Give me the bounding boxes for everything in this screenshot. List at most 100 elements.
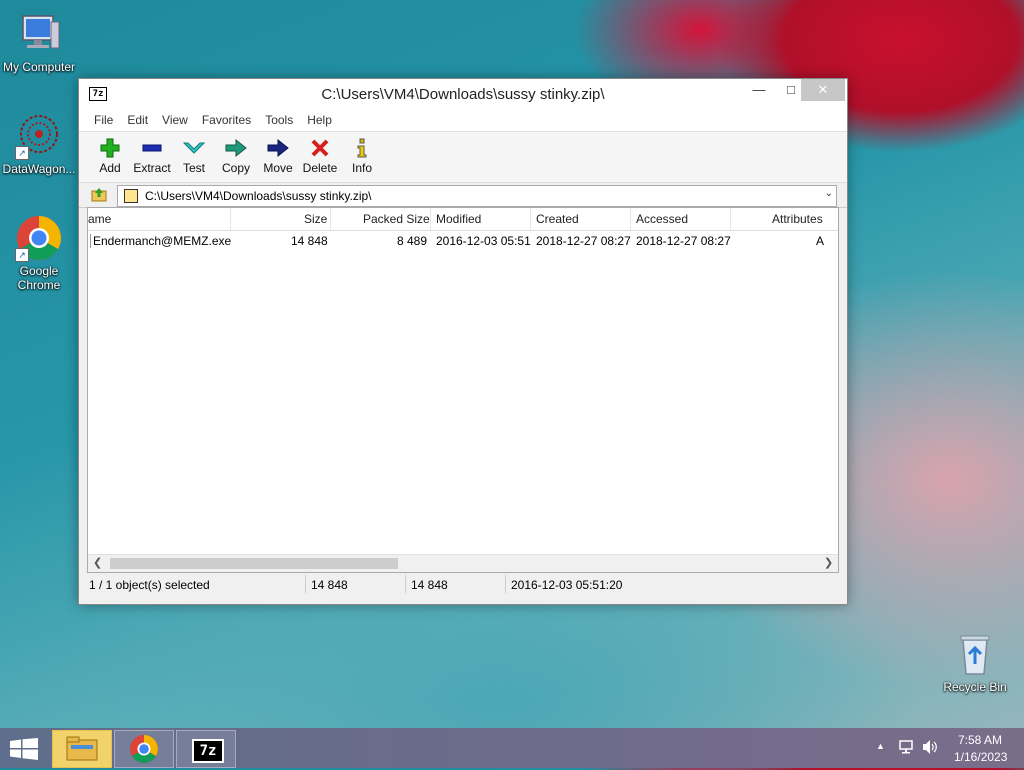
scrollbar-thumb[interactable]: [110, 558, 398, 569]
delete-label: Delete: [302, 161, 338, 175]
datawagon-icon: ↗: [15, 112, 63, 160]
status-packed: 14 848: [411, 578, 448, 592]
menu-help[interactable]: Help: [300, 109, 339, 131]
taskbar-google-chrome[interactable]: [114, 730, 174, 768]
desktop-icon-my-computer[interactable]: My Computer: [1, 10, 77, 74]
file-created: 2018-12-27 08:27: [536, 234, 631, 248]
clock-time[interactable]: 7:58 AM: [958, 733, 1002, 747]
menu-edit[interactable]: Edit: [120, 109, 155, 131]
status-selected: 1 / 1 object(s) selected: [89, 578, 210, 592]
menu-file[interactable]: File: [87, 109, 120, 131]
shortcut-arrow-icon: ↗: [15, 248, 29, 262]
file-list[interactable]: ame Size Packed Size Modified Created Ac…: [87, 207, 839, 573]
column-header-modified[interactable]: Modified: [436, 212, 481, 226]
menu-view[interactable]: View: [155, 109, 195, 131]
minimize-button[interactable]: —: [743, 79, 775, 101]
move-button[interactable]: Move: [257, 132, 299, 182]
horizontal-scrollbar[interactable]: ❮ ❯: [88, 554, 838, 572]
chevron-down-icon[interactable]: ⌄: [825, 188, 833, 199]
test-label: Test: [182, 161, 205, 175]
column-divider[interactable]: [630, 208, 631, 230]
window-title: C:\Users\VM4\Downloads\sussy stinky.zip\: [321, 86, 605, 103]
desktop-icon-label: Google Chrome: [17, 264, 61, 292]
windows-start-icon[interactable]: [10, 738, 38, 760]
column-divider[interactable]: [430, 208, 431, 230]
7zip-window: 7z C:\Users\VM4\Downloads\sussy stinky.z…: [78, 78, 848, 605]
taskbar: 7z ▲ 7:58 AM 1/16/2023: [0, 728, 1024, 768]
table-row[interactable]: Endermanch@MEMZ.exe 14 848 8 489 2016-12…: [88, 231, 838, 251]
x-icon: [299, 138, 341, 158]
title-bar[interactable]: 7z C:\Users\VM4\Downloads\sussy stinky.z…: [79, 79, 847, 109]
scroll-right-icon[interactable]: ❯: [824, 556, 833, 569]
status-size: 14 848: [311, 578, 348, 592]
computer-icon: [15, 10, 63, 58]
zip-archive-icon: [124, 189, 138, 203]
plus-icon: [89, 138, 131, 158]
taskbar-7zip[interactable]: 7z: [176, 730, 236, 768]
info-button[interactable]: Info: [341, 132, 383, 182]
column-divider[interactable]: [330, 208, 331, 230]
extract-label: Extract: [133, 161, 171, 175]
minus-icon: [131, 138, 173, 158]
address-bar[interactable]: C:\Users\VM4\Downloads\sussy stinky.zip\…: [117, 185, 837, 207]
file-name: Endermanch@MEMZ.exe: [90, 234, 231, 248]
column-header-created[interactable]: Created: [536, 212, 579, 226]
desktop-icon-recycle-bin[interactable]: Recycle Bin: [937, 630, 1013, 694]
network-icon[interactable]: [898, 739, 914, 758]
check-down-icon: [173, 138, 215, 158]
file-size: 14 848: [291, 234, 328, 248]
copy-label: Copy: [221, 161, 250, 175]
status-divider: [305, 575, 306, 593]
test-button[interactable]: Test: [173, 132, 215, 182]
move-label: Move: [263, 161, 293, 175]
column-header-size[interactable]: Size: [304, 212, 327, 226]
column-header-attributes[interactable]: Attributes: [772, 212, 823, 226]
column-header-accessed[interactable]: Accessed: [636, 212, 688, 226]
status-modified: 2016-12-03 05:51:20: [511, 578, 623, 592]
shortcut-arrow-icon: ↗: [15, 146, 29, 160]
menu-tools[interactable]: Tools: [258, 109, 300, 131]
column-divider[interactable]: [530, 208, 531, 230]
extract-button[interactable]: Extract: [131, 132, 173, 182]
status-divider: [505, 575, 506, 593]
file-attributes: A: [816, 234, 825, 248]
desktop-icon-datawagon[interactable]: ↗ DataWagon...: [1, 112, 77, 176]
column-divider[interactable]: [730, 208, 731, 230]
close-button[interactable]: ✕: [801, 79, 845, 101]
menu-bar: File Edit View Favorites Tools Help: [79, 109, 847, 132]
desktop-icon-label: Recycle Bin: [943, 680, 1007, 694]
copy-button[interactable]: Copy: [215, 132, 257, 182]
scroll-left-icon[interactable]: ❮: [93, 556, 102, 569]
desktop-icon-google-chrome[interactable]: ↗ Google Chrome: [1, 214, 77, 292]
delete-button[interactable]: Delete: [299, 132, 341, 182]
column-header-packed-size[interactable]: Packed Size: [363, 212, 430, 226]
column-divider[interactable]: [230, 208, 231, 230]
menu-favorites[interactable]: Favorites: [195, 109, 258, 131]
file-modified: 2016-12-03 05:51: [436, 234, 531, 248]
file-packed-size: 8 489: [397, 234, 428, 248]
desktop-icon-label: DataWagon...: [2, 162, 76, 176]
show-hidden-icons[interactable]: ▲: [876, 741, 885, 751]
volume-icon[interactable]: [921, 739, 939, 758]
list-header: ame Size Packed Size Modified Created Ac…: [88, 208, 838, 231]
arrow-right-dark-icon: [257, 138, 299, 158]
file-explorer-icon: [66, 736, 98, 761]
info-label: Info: [351, 161, 372, 175]
status-divider: [405, 575, 406, 593]
address-path: C:\Users\VM4\Downloads\sussy stinky.zip\: [145, 189, 372, 203]
chrome-icon: [130, 735, 158, 763]
status-bar: 1 / 1 object(s) selected 14 848 14 848 2…: [87, 573, 837, 595]
desktop-icon-label: My Computer: [2, 60, 76, 74]
chrome-icon: ↗: [15, 214, 63, 262]
add-label: Add: [99, 161, 121, 175]
recycle-bin-icon: [951, 630, 999, 678]
column-header-name[interactable]: ame: [88, 212, 111, 226]
info-icon: [341, 138, 383, 158]
clock-date[interactable]: 1/16/2023: [954, 750, 1007, 764]
address-row: C:\Users\VM4\Downloads\sussy stinky.zip\…: [79, 183, 847, 208]
taskbar-file-explorer[interactable]: [52, 730, 112, 768]
7zip-icon: 7z: [192, 739, 224, 763]
add-button[interactable]: Add: [89, 132, 131, 182]
file-accessed: 2018-12-27 08:27: [636, 234, 731, 248]
folder-up-icon[interactable]: [91, 186, 107, 202]
